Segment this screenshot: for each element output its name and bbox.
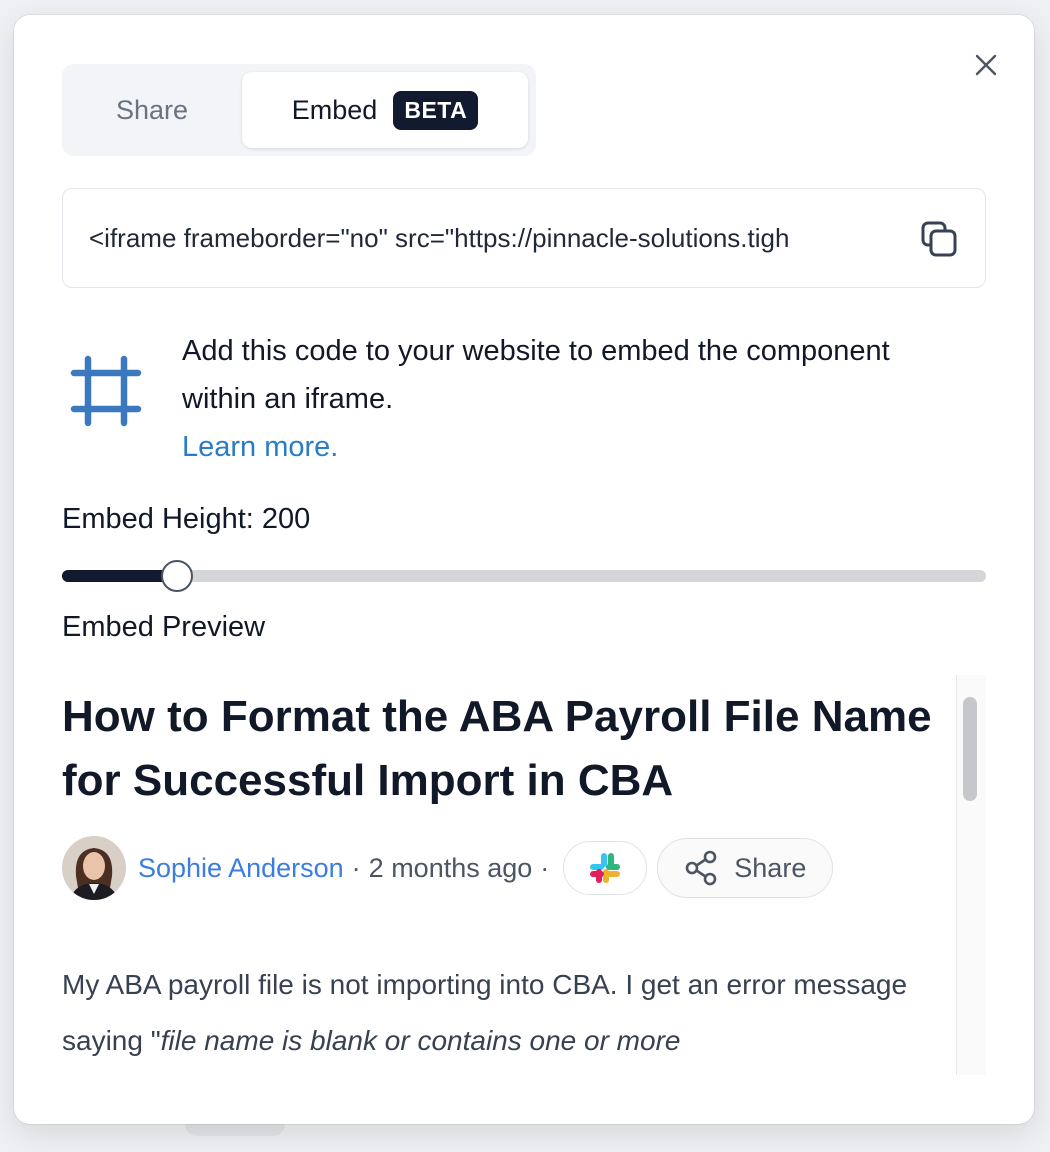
share-button[interactable]: Share: [657, 838, 834, 898]
tab-share[interactable]: Share: [62, 64, 242, 156]
preview-scroll-thumb[interactable]: [963, 697, 977, 801]
avatar-image: [62, 836, 126, 900]
embed-info: Add this code to your website to embed t…: [182, 327, 902, 471]
article-title: How to Format the ABA Payroll File Name …: [62, 692, 932, 805]
close-button[interactable]: [972, 51, 1000, 79]
copy-icon: [921, 221, 957, 257]
embed-height-slider[interactable]: [62, 560, 986, 592]
tab-embed-label: Embed: [291, 94, 378, 125]
close-icon: [975, 54, 997, 76]
embed-preview: How to Format the ABA Payroll File Name …: [62, 675, 986, 1075]
embed-preview-label: Embed Preview: [62, 611, 266, 643]
article-byline: Sophie Anderson · 2 months ago · Share: [62, 835, 952, 901]
slack-button[interactable]: [563, 841, 648, 895]
learn-more-link[interactable]: Learn more.: [182, 431, 338, 463]
embed-code-text[interactable]: <iframe frameborder="no" src="https://pi…: [89, 223, 899, 254]
embed-dialog: Share Embed BETA <iframe frameborder="no…: [14, 15, 1034, 1124]
slider-fill: [62, 570, 177, 582]
slider-track[interactable]: [62, 570, 986, 582]
tab-embed[interactable]: Embed BETA: [242, 72, 528, 148]
copy-button[interactable]: [919, 219, 959, 259]
preview-scrollbar[interactable]: [956, 675, 986, 1075]
author-link[interactable]: Sophie Anderson: [138, 853, 344, 884]
share-nodes-icon: [685, 850, 717, 886]
byline-separator-2: ·: [540, 852, 550, 883]
article-body-quote: file name is blank or contains one or mo…: [160, 1025, 681, 1056]
share-button-label: Share: [734, 852, 807, 883]
beta-badge: BETA: [393, 90, 479, 130]
tab-share-label: Share: [115, 94, 189, 125]
author-avatar[interactable]: [62, 836, 126, 900]
embed-code-field[interactable]: <iframe frameborder="no" src="https://pi…: [62, 188, 986, 288]
byline-separator: ·: [351, 852, 361, 883]
slack-icon: [590, 853, 621, 883]
embed-info-text: Add this code to your website to embed t…: [182, 335, 890, 415]
embed-height-label: Embed Height: 200: [62, 503, 311, 535]
article-body: My ABA payroll file is not importing int…: [62, 957, 942, 1069]
share-embed-tabs: Share Embed BETA: [62, 64, 536, 156]
hash-frame-icon: [70, 355, 142, 427]
post-time: 2 months ago: [368, 852, 533, 883]
slider-thumb[interactable]: [161, 560, 193, 592]
